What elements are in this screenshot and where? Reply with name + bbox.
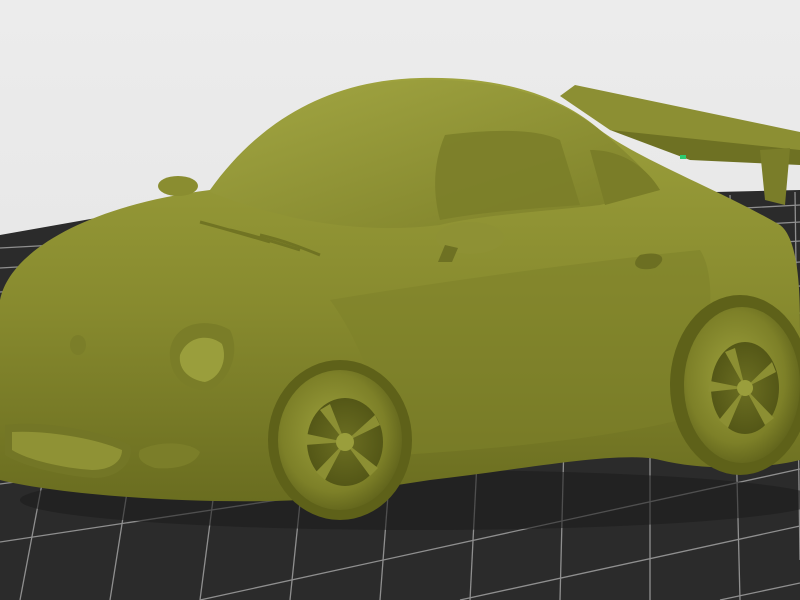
3d-viewport[interactable] xyxy=(0,0,800,600)
car-model[interactable] xyxy=(0,77,800,530)
scene-canvas[interactable] xyxy=(0,0,800,600)
axis-marker-icon xyxy=(680,155,686,159)
front-wheel xyxy=(268,360,412,520)
